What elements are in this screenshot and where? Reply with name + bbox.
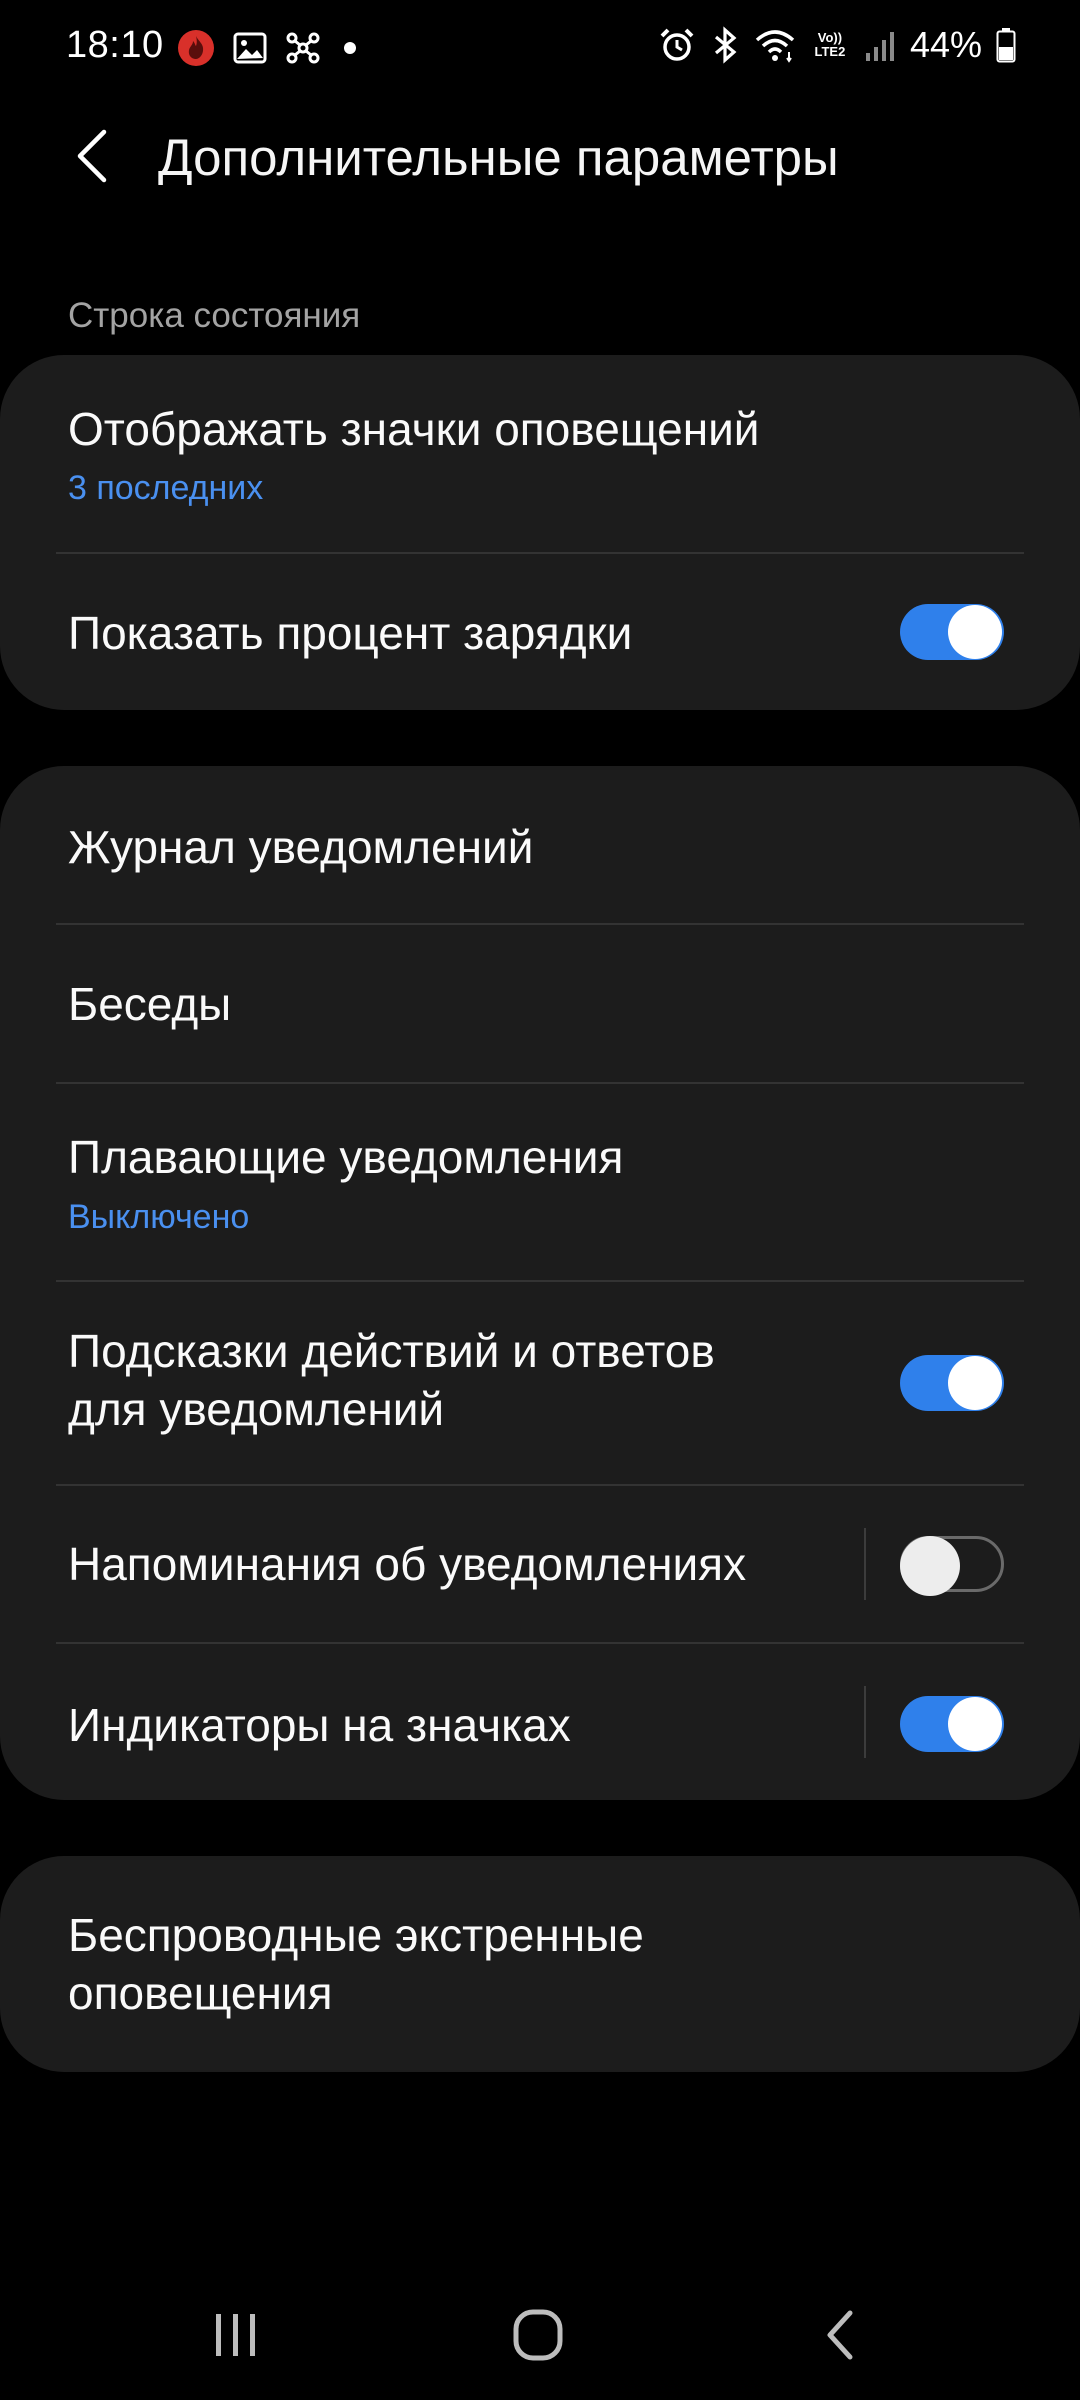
row-app-icon-badges[interactable]: Индикаторы на значках: [0, 1644, 1080, 1800]
back-button[interactable]: [56, 120, 128, 192]
header: Дополнительные параметры: [0, 110, 1080, 202]
row-title-line2: оповещения: [68, 1967, 333, 2019]
back-nav-icon: [827, 2310, 853, 2360]
row-title-line2: для уведомлений: [68, 1383, 445, 1435]
status-bar-card: Отображать значки оповещений 3 последних…: [0, 355, 1080, 710]
toggle-knob: [948, 605, 1002, 659]
row-battery-percent[interactable]: Показать процент зарядки: [0, 554, 1080, 710]
app-icon-badges-toggle[interactable]: [900, 1696, 1004, 1752]
status-left-icons: [176, 28, 362, 68]
fire-app-icon: [178, 30, 214, 66]
status-bar: 18:10 Vo)) LTE2 44%: [0, 0, 1080, 96]
dot-icon: [344, 42, 356, 54]
suggested-actions-toggle[interactable]: [900, 1355, 1004, 1411]
status-right-icons: Vo)) LTE2 44%: [658, 24, 1016, 66]
signal-icon: [865, 32, 894, 61]
row-subtitle: 3 последних: [68, 469, 264, 507]
wifi-icon: [755, 30, 795, 63]
row-title: Отображать значки оповещений: [68, 403, 760, 455]
toggle-knob: [900, 1536, 960, 1596]
row-title: Беседы: [68, 978, 232, 1030]
home-icon: [513, 2309, 563, 2361]
row-title: Подсказки действий и ответов для уведомл…: [68, 1322, 848, 1438]
section-label-status-bar: Строка состояния: [68, 296, 361, 335]
row-notification-reminders[interactable]: Напоминания об уведомлениях: [0, 1486, 1080, 1642]
recent-apps-icon: [216, 2314, 255, 2356]
notifications-card: Журнал уведомлений Беседы Плавающие увед…: [0, 766, 1080, 1800]
volte-line2: LTE2: [814, 44, 846, 59]
battery-percent-toggle[interactable]: [900, 604, 1004, 660]
battery-icon: [996, 28, 1016, 63]
notification-reminders-toggle[interactable]: [900, 1536, 1004, 1596]
emergency-alerts-card[interactable]: Беспроводные экстренные оповещения: [0, 1856, 1080, 2072]
vertical-divider: [864, 1528, 866, 1600]
network-icon: [286, 32, 320, 64]
home-button[interactable]: [478, 2290, 598, 2380]
row-notification-history[interactable]: Журнал уведомлений: [0, 766, 1080, 924]
recent-apps-button[interactable]: [176, 2290, 296, 2380]
row-title: Плавающие уведомления: [68, 1131, 624, 1183]
vertical-divider: [864, 1686, 866, 1758]
row-title-line1: Беспроводные экстренные: [68, 1909, 644, 1961]
volte-icon: Vo)) LTE2: [810, 31, 850, 59]
row-conversations[interactable]: Беседы: [0, 925, 1080, 1082]
toggle-knob: [948, 1697, 1002, 1751]
row-title: Журнал уведомлений: [68, 821, 534, 873]
navigation-bar: [0, 2270, 1080, 2400]
volte-line1: Vo)): [817, 30, 843, 45]
alarm-icon: [660, 28, 694, 61]
row-suggested-actions[interactable]: Подсказки действий и ответов для уведомл…: [0, 1282, 1080, 1484]
row-title: Беспроводные экстренные оповещения: [68, 1906, 848, 2022]
chevron-left-icon: [77, 129, 107, 183]
toggle-knob: [948, 1356, 1002, 1410]
bluetooth-icon: [714, 26, 737, 64]
page-title: Дополнительные параметры: [158, 129, 839, 186]
back-nav-button[interactable]: [780, 2290, 900, 2380]
row-title-line1: Подсказки действий и ответов: [68, 1325, 715, 1377]
row-title: Индикаторы на значках: [68, 1699, 571, 1751]
row-title: Напоминания об уведомлениях: [68, 1538, 747, 1590]
row-notification-icons[interactable]: Отображать значки оповещений 3 последних: [0, 355, 1080, 553]
row-title: Показать процент зарядки: [68, 607, 633, 659]
battery-percent: 44%: [909, 24, 982, 65]
status-time: 18:10: [66, 24, 164, 66]
row-floating-notifications[interactable]: Плавающие уведомления Выключено: [0, 1084, 1080, 1280]
row-subtitle: Выключено: [68, 1198, 250, 1236]
gallery-icon: [233, 32, 267, 64]
